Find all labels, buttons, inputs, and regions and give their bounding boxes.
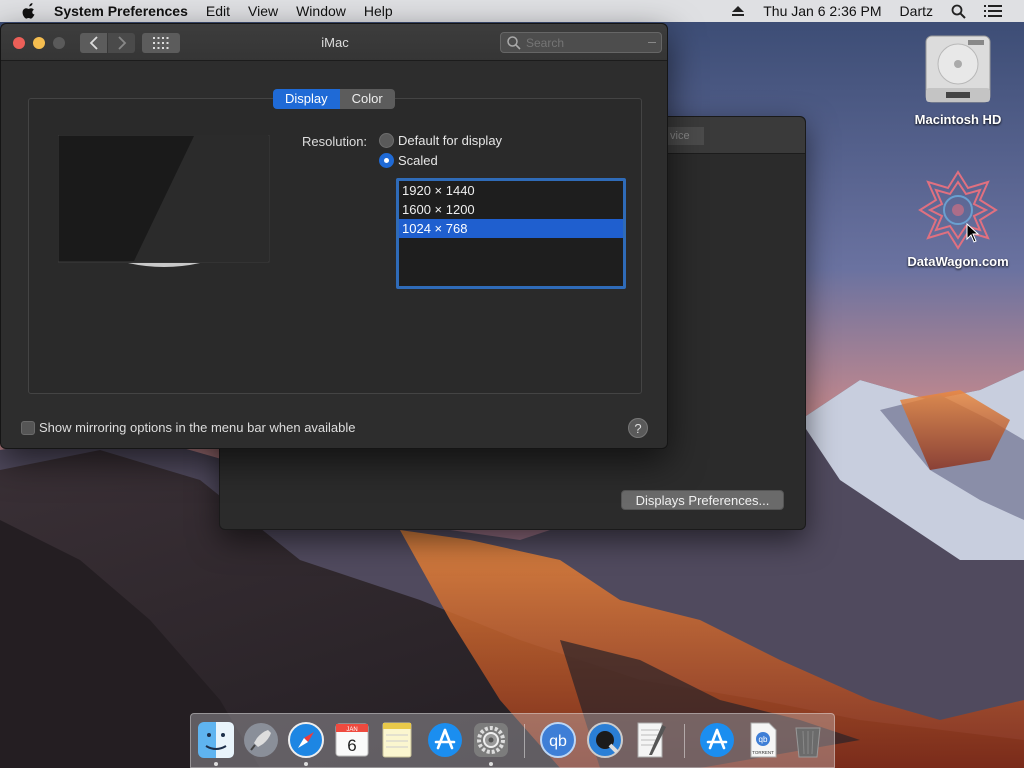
dock-separator: [524, 724, 525, 758]
menu-help[interactable]: Help: [364, 3, 393, 19]
dock-torrent-file[interactable]: qb TORRENT: [744, 721, 782, 759]
dock-finder[interactable]: [197, 721, 235, 766]
search-field[interactable]: [500, 32, 662, 53]
menu-clock[interactable]: Thu Jan 6 2:36 PM: [763, 3, 881, 19]
dock: JAN 6 qb qb TORRENT: [190, 713, 835, 768]
help-button[interactable]: ?: [628, 418, 648, 438]
safari-icon: [288, 722, 324, 758]
search-input[interactable]: [526, 35, 646, 50]
textedit-icon: [637, 722, 666, 758]
resolution-label: Resolution:: [302, 134, 368, 149]
running-indicator: [304, 762, 308, 766]
dock-trash[interactable]: [789, 721, 827, 759]
dock-quicktime[interactable]: [586, 721, 624, 759]
menu-user[interactable]: Dartz: [900, 3, 933, 19]
window-titlebar: iMac: [1, 24, 667, 61]
tab-color[interactable]: Color: [339, 89, 395, 109]
tab-bar: Display Color: [273, 89, 395, 109]
grid-icon: [153, 37, 169, 49]
list-item[interactable]: 1920 × 1440: [399, 181, 623, 200]
resolution-list[interactable]: 1920 × 1440 1600 × 1200 1024 × 768: [396, 178, 626, 289]
dock-textedit[interactable]: [632, 721, 670, 759]
radio-default-for-display[interactable]: Default for display: [379, 133, 502, 148]
chevron-right-icon: [117, 36, 126, 50]
quicktime-icon: [587, 722, 623, 758]
dock-system-preferences[interactable]: [472, 721, 510, 766]
dock-app-store[interactable]: [426, 721, 464, 759]
radio-label: Default for display: [398, 133, 503, 148]
forward-button[interactable]: [108, 33, 135, 53]
eject-icon[interactable]: [731, 5, 745, 17]
app-store-icon: [428, 723, 462, 757]
qb-label: qb: [759, 735, 768, 744]
torrent-label: TORRENT: [752, 750, 774, 755]
display-preferences-window: iMac Display Col: [0, 23, 668, 449]
menu-edit[interactable]: Edit: [206, 3, 230, 19]
notification-center-icon[interactable]: [984, 4, 1002, 18]
calendar-month: JAN: [346, 727, 357, 733]
calendar-day: 6: [347, 736, 356, 755]
mirroring-checkbox[interactable]: [21, 420, 35, 435]
app-store-icon: [700, 723, 734, 757]
displays-preferences-button[interactable]: Displays Preferences...: [621, 490, 784, 510]
search-icon: [507, 35, 521, 50]
radio-button[interactable]: [379, 153, 394, 168]
gear-icon: [474, 723, 508, 757]
qbittorrent-icon: qb: [540, 722, 576, 758]
display-preview-icon: [58, 135, 270, 267]
menu-bar: System Preferences Edit View Window Help…: [0, 0, 1024, 22]
qb-label: qb: [549, 733, 567, 750]
background-segment-fragment[interactable]: vice: [668, 127, 704, 145]
back-button[interactable]: [80, 33, 107, 53]
tab-display[interactable]: Display: [273, 89, 340, 109]
menu-window[interactable]: Window: [296, 3, 346, 19]
running-indicator: [214, 762, 218, 766]
dock-launchpad[interactable]: [242, 721, 280, 759]
desktop-icon-label: DataWagon.com: [907, 254, 1009, 269]
desktop-icon-label: Macintosh HD: [914, 112, 1002, 127]
dock-notes[interactable]: [378, 721, 416, 759]
desktop-icon-macintosh-hd[interactable]: Macintosh HD: [908, 30, 1008, 127]
show-all-button[interactable]: [142, 33, 180, 53]
dock-separator: [684, 724, 685, 758]
dock-calendar[interactable]: JAN 6: [333, 721, 371, 759]
radio-scaled[interactable]: Scaled: [379, 153, 438, 168]
list-item-selected[interactable]: 1024 × 768: [399, 219, 623, 238]
notes-icon: [382, 722, 412, 758]
datawagon-logo-icon: [918, 170, 998, 250]
spotlight-icon[interactable]: [951, 4, 966, 19]
calendar-icon: JAN 6: [335, 723, 369, 757]
hard-drive-icon: [925, 35, 991, 103]
finder-icon: [198, 722, 234, 758]
radio-label: Scaled: [398, 153, 438, 168]
dock-app-store-download[interactable]: [698, 721, 736, 759]
mirroring-label: Show mirroring options in the menu bar w…: [39, 420, 356, 435]
apple-menu-icon[interactable]: [18, 3, 40, 19]
menu-app-name[interactable]: System Preferences: [54, 3, 188, 19]
trash-icon: [795, 727, 821, 758]
dock-qbittorrent[interactable]: qb: [539, 721, 577, 759]
desktop-icon-datawagon[interactable]: DataWagon.com: [898, 168, 1018, 269]
radio-button[interactable]: [379, 133, 394, 148]
chevron-left-icon: [89, 36, 98, 50]
mirroring-option[interactable]: Show mirroring options in the menu bar w…: [21, 420, 356, 435]
rocket-icon: [244, 723, 278, 757]
menu-view[interactable]: View: [248, 3, 278, 19]
list-item[interactable]: 1600 × 1200: [399, 200, 623, 219]
mouse-cursor-icon: [966, 223, 980, 243]
torrent-file-icon: qb TORRENT: [750, 722, 777, 758]
dock-safari[interactable]: [287, 721, 325, 766]
search-clear-indicator: [648, 42, 656, 43]
running-indicator: [489, 762, 493, 766]
